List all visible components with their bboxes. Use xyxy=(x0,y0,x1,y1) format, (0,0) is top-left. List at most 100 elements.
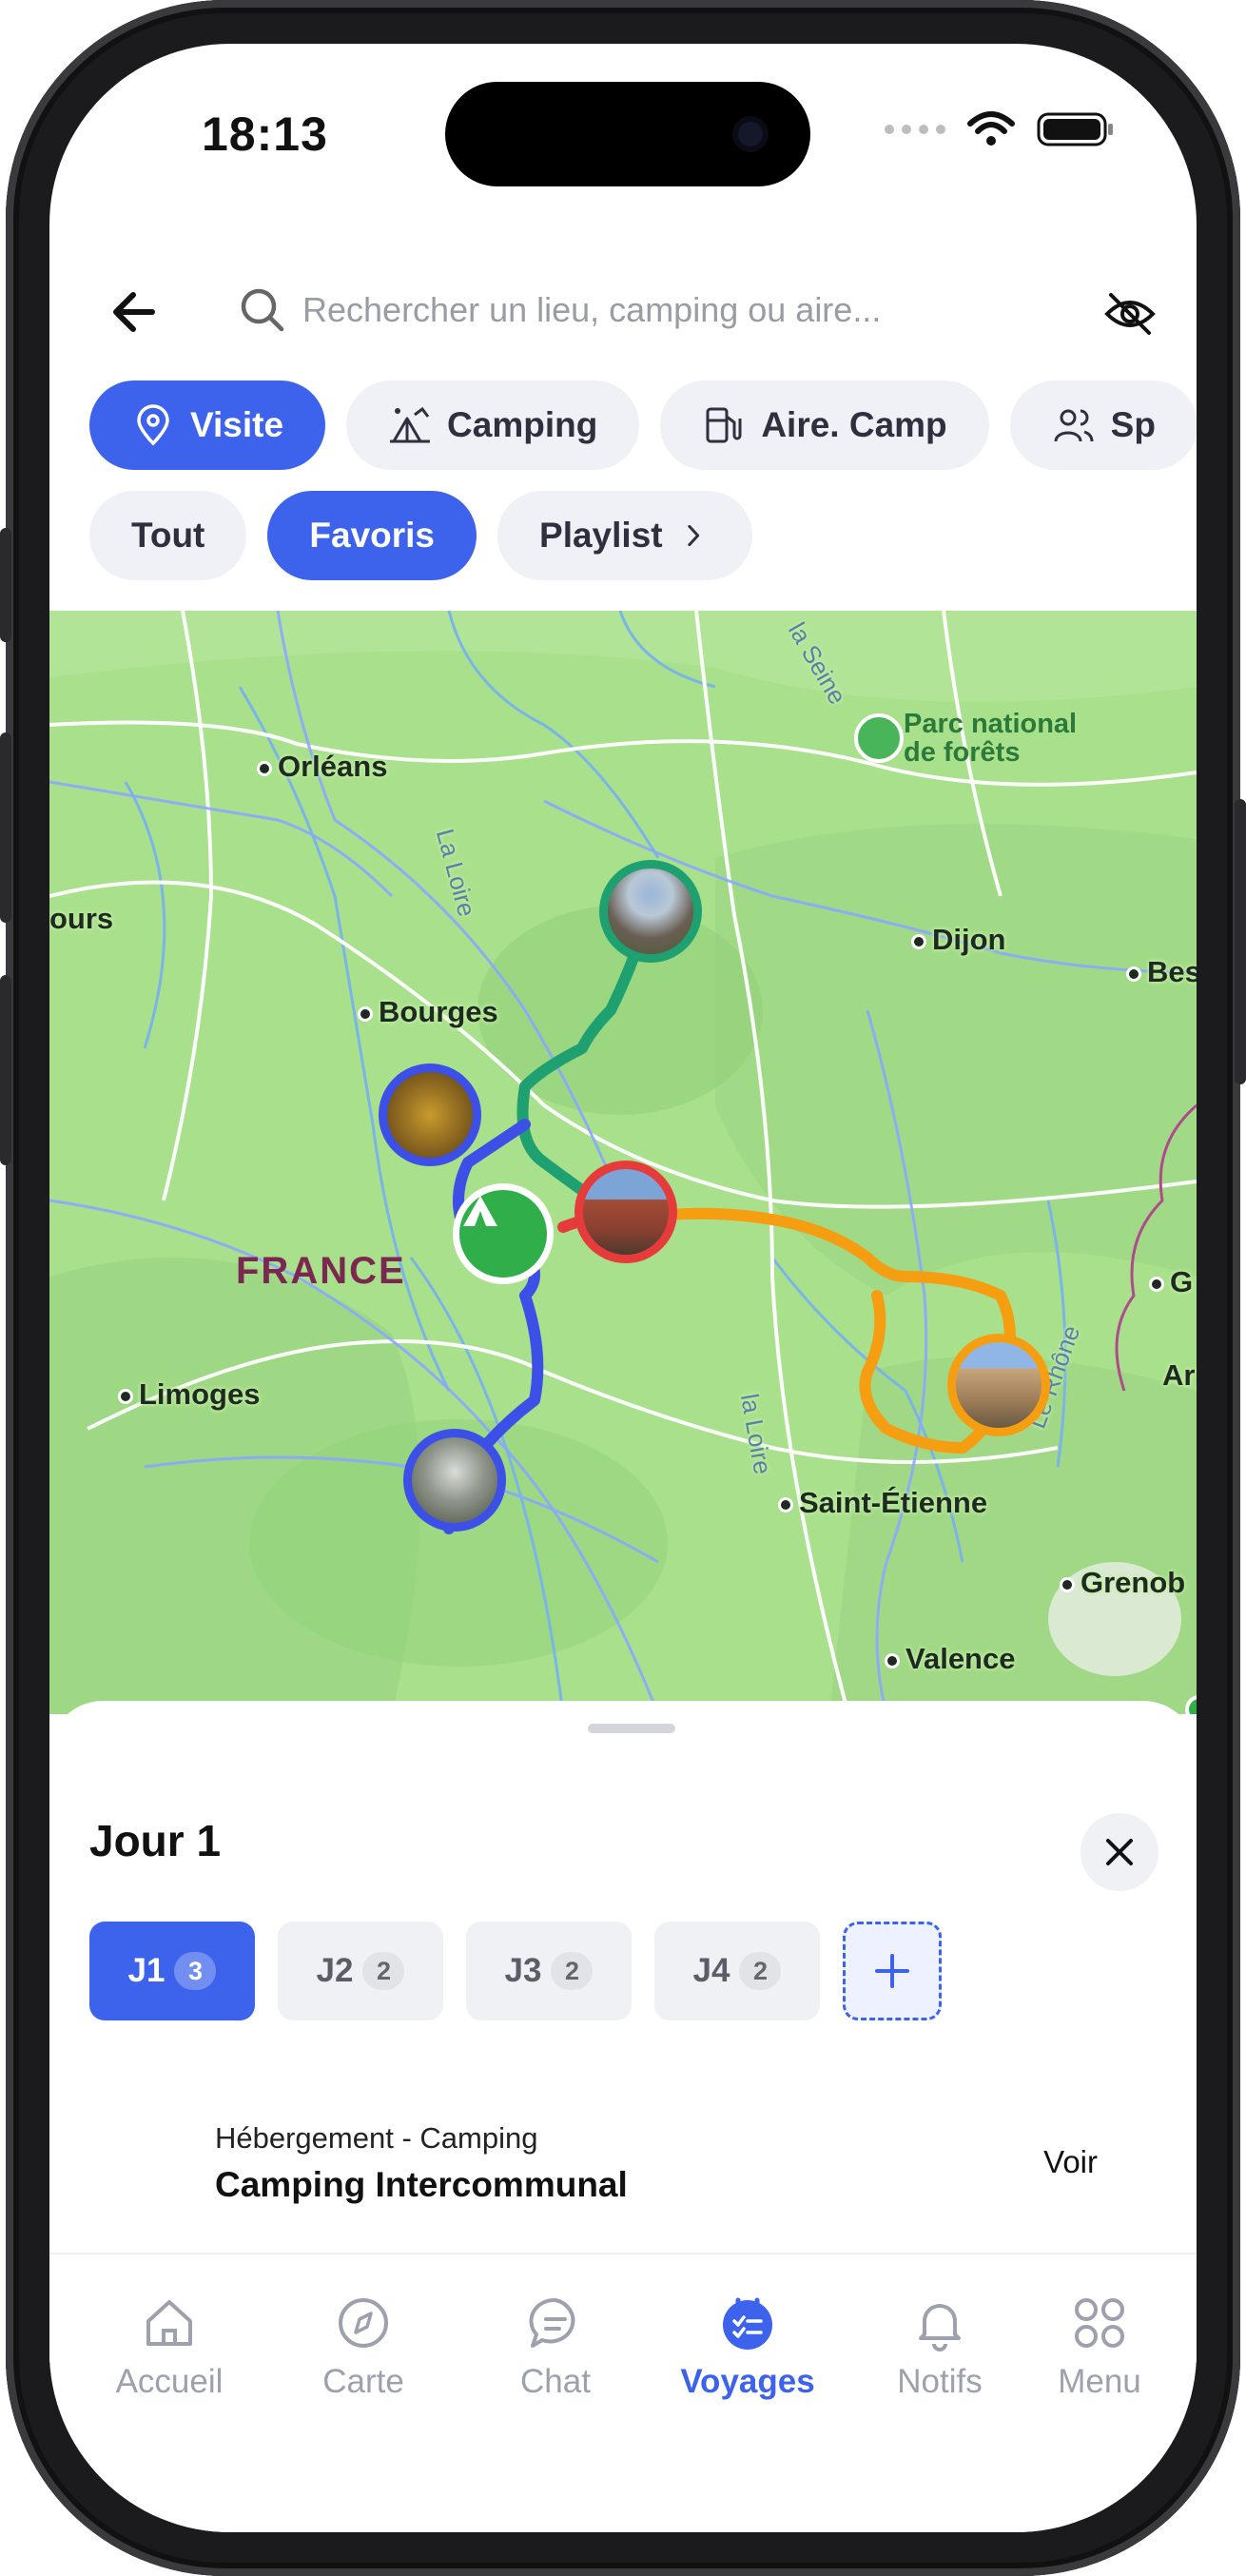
day-title: Jour 1 xyxy=(89,1816,222,1865)
tab-label: Voyages xyxy=(680,2363,815,2400)
filter-playlist[interactable]: Playlist xyxy=(497,491,752,580)
mute-switch xyxy=(0,528,11,642)
camping-tent-icon xyxy=(390,406,431,443)
close-icon xyxy=(1106,1839,1133,1865)
chip-visite[interactable]: Visite xyxy=(89,381,326,470)
city-besancon: Bes xyxy=(1126,955,1197,989)
checklist-icon xyxy=(723,2297,772,2350)
day-tab-label: J3 xyxy=(504,1952,542,1989)
day-count-badge: 2 xyxy=(739,1952,782,1990)
camera-icon xyxy=(732,116,769,152)
dynamic-island xyxy=(445,82,810,186)
filter-chips: Tout Favoris Playlist xyxy=(89,491,752,582)
compass-icon xyxy=(339,2298,388,2348)
signal-icon xyxy=(885,125,945,134)
day-count-badge: 2 xyxy=(362,1952,405,1990)
day-tab-label: J1 xyxy=(127,1952,165,1989)
close-button[interactable] xyxy=(1081,1813,1158,1891)
add-day-button[interactable] xyxy=(843,1922,942,2020)
screen: 18:13 Rechercher un lieu, camping ou air… xyxy=(49,44,1197,2532)
tab-accueil[interactable]: Accueil xyxy=(74,2293,264,2401)
search-input[interactable]: Rechercher un lieu, camping ou aire... xyxy=(236,276,1016,344)
status-bar: 18:13 xyxy=(49,44,1197,234)
city-bourges: Bourges xyxy=(358,995,498,1029)
chip-camping-label: Camping xyxy=(447,405,598,444)
chip-camping[interactable]: Camping xyxy=(346,381,640,470)
category-chips: Visite Camping Aire. Camp Sp xyxy=(89,381,1197,472)
city-orleans: Orléans xyxy=(257,750,387,784)
city-valence: Valence xyxy=(885,1642,1015,1676)
tab-label: Chat xyxy=(520,2363,591,2400)
chip-aire-camp[interactable]: Aire. Camp xyxy=(660,381,989,470)
tab-chat[interactable]: Chat xyxy=(460,2293,651,2401)
eye-off-icon[interactable] xyxy=(1101,285,1158,342)
day-tab-label: J2 xyxy=(316,1952,354,1989)
battery-icon xyxy=(1037,112,1113,146)
search-placeholder: Rechercher un lieu, camping ou aire... xyxy=(302,290,882,329)
wifi-icon xyxy=(967,111,1015,146)
day-tab-j1[interactable]: J1 3 xyxy=(89,1922,255,2020)
search-icon xyxy=(241,288,284,332)
tab-label: Carte xyxy=(322,2363,404,2400)
filter-tout[interactable]: Tout xyxy=(89,491,247,580)
filter-favoris[interactable]: Favoris xyxy=(267,491,477,580)
city-limoges: Limoges xyxy=(118,1377,260,1412)
day-tabs: J1 3 J2 2 J3 2 J4 2 xyxy=(89,1922,942,2020)
city-dijon: Dijon xyxy=(911,923,1006,957)
tab-voyages[interactable]: Voyages xyxy=(652,2293,843,2401)
chip-sport[interactable]: Sp xyxy=(1009,381,1197,470)
poi-marker-valley[interactable] xyxy=(403,1429,506,1532)
city-saint-etienne: Saint-Étienne xyxy=(778,1486,987,1520)
location-pin-icon xyxy=(137,404,169,446)
tab-label: Accueil xyxy=(115,2363,224,2400)
filter-tout-label: Tout xyxy=(131,516,205,555)
city-grenoble: Grenob xyxy=(1060,1566,1185,1600)
camping-marker[interactable] xyxy=(453,1183,554,1284)
status-time: 18:13 xyxy=(202,107,328,161)
day-tab-j4[interactable]: J4 2 xyxy=(654,1922,820,2020)
chat-bubble-icon xyxy=(529,2297,575,2348)
chip-aire-camp-label: Aire. Camp xyxy=(761,405,947,444)
sheet-grabber[interactable] xyxy=(588,1724,675,1733)
people-icon xyxy=(1054,409,1094,442)
city-tours: ours xyxy=(49,902,114,935)
filter-playlist-label: Playlist xyxy=(539,516,663,555)
park-line1: Parc national xyxy=(904,709,1078,739)
poi-marker-village[interactable] xyxy=(599,860,702,963)
day-count-badge: 2 xyxy=(551,1952,594,1990)
tree-icon xyxy=(854,713,904,763)
plus-icon xyxy=(875,1954,909,1988)
search-header: Rechercher un lieu, camping ou aire... xyxy=(49,263,1197,358)
status-icons xyxy=(885,110,1115,148)
poi-marker-campsite-photo[interactable] xyxy=(574,1161,677,1263)
tab-bar: Accueil Carte Chat Voyages Notifs Menu xyxy=(49,2253,1197,2532)
grid-menu-icon xyxy=(1075,2298,1124,2348)
tab-label: Menu xyxy=(1058,2363,1141,2400)
bell-icon xyxy=(919,2304,961,2352)
park-label: Parc national de forêts xyxy=(854,709,1078,767)
tent-icon xyxy=(463,1196,497,1226)
city-annecy: Ar xyxy=(1162,1358,1196,1392)
country-label: FRANCE xyxy=(236,1250,406,1292)
chip-sport-label: Sp xyxy=(1110,405,1156,444)
poi-marker-town[interactable] xyxy=(947,1334,1050,1436)
chip-visite-label: Visite xyxy=(190,405,284,444)
volume-up-button xyxy=(0,732,11,923)
filter-favoris-label: Favoris xyxy=(309,516,436,555)
fuel-station-icon xyxy=(706,407,742,443)
day-tab-j3[interactable]: J3 2 xyxy=(466,1922,632,2020)
tab-menu[interactable]: Menu xyxy=(1004,2293,1195,2401)
back-arrow-icon[interactable] xyxy=(105,282,165,342)
day-count-badge: 3 xyxy=(174,1952,217,1990)
lodging-category: Hébergement - Camping xyxy=(215,2121,538,2155)
day-tab-j2[interactable]: J2 2 xyxy=(278,1922,443,2020)
city-geneve: G xyxy=(1149,1265,1193,1299)
chevron-right-icon xyxy=(687,524,699,547)
phone: 18:13 Rechercher un lieu, camping ou air… xyxy=(0,0,1246,2576)
poi-marker-forest[interactable] xyxy=(379,1064,481,1166)
home-icon xyxy=(146,2300,192,2346)
tab-carte[interactable]: Carte xyxy=(268,2293,458,2401)
power-button xyxy=(1235,799,1246,1084)
map-view[interactable]: Orléans ours Bourges Dijon Bes Limoges S… xyxy=(49,611,1197,1714)
voir-button[interactable]: Voir xyxy=(1043,2144,1098,2180)
